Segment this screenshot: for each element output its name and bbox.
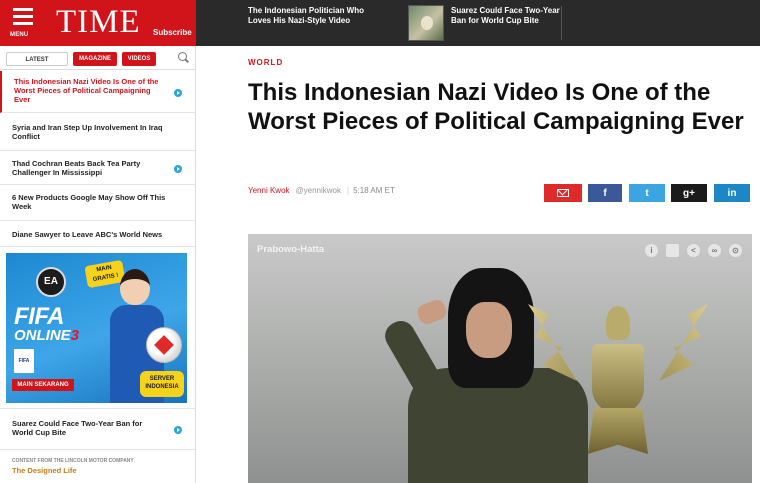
garuda-head <box>606 306 630 340</box>
share-icon[interactable]: < <box>687 244 700 257</box>
video-play-icon <box>174 89 182 97</box>
section-label[interactable]: WORLD <box>248 58 283 67</box>
video-player[interactable]: Prabowo-Hatta i < ∞ ⊙ <box>248 234 752 483</box>
list-item-title: This Indonesian Nazi Video Is One of the… <box>14 77 159 104</box>
list-item[interactable]: Syria and Iran Step Up Involvement In Ir… <box>0 113 196 151</box>
menu-icon <box>13 8 33 11</box>
google-plus-icon: g+ <box>683 187 695 199</box>
ad-choices-icon[interactable] <box>179 255 185 261</box>
sidebar: LATEST MAGAZINE VIDEOS This Indonesian N… <box>0 46 196 483</box>
list-item-title: Thad Cochran Beats Back Tea Party Challe… <box>12 159 141 177</box>
top-bar: MENU TIME Subscribe The Indonesian Polit… <box>0 0 760 46</box>
divider <box>561 6 562 40</box>
sponsored-label: CONTENT FROM THE LINCOLN MOTOR COMPANY <box>12 458 134 464</box>
author-twitter-handle[interactable]: @yennikwok <box>296 186 341 195</box>
ea-sports-logo: EA <box>36 267 66 297</box>
video-play-icon <box>174 426 182 434</box>
top-story-link[interactable]: The Indonesian Politician Who Loves His … <box>248 6 388 26</box>
twitter-icon: t <box>645 187 649 199</box>
list-item[interactable]: 6 New Products Google May Show Off This … <box>0 185 196 221</box>
tab-videos[interactable]: VIDEOS <box>122 52 156 66</box>
garuda-shield <box>592 344 644 414</box>
email-icon[interactable] <box>666 244 679 257</box>
list-item-title: 6 New Products Google May Show Off This … <box>12 193 166 211</box>
soccer-ball-icon <box>146 327 182 363</box>
video-person-hand <box>415 297 449 327</box>
list-item[interactable]: Suarez Could Face Two-Year Ban for World… <box>0 408 196 450</box>
list-item-title: Syria and Iran Step Up Involvement In Ir… <box>12 123 163 141</box>
search-icon[interactable] <box>178 52 190 64</box>
share-email-button[interactable] <box>544 184 582 202</box>
ad-server-badge: SERVER INDONESIA <box>140 371 184 397</box>
menu-button[interactable]: MENU <box>10 8 36 40</box>
video-person-arm <box>380 315 446 401</box>
fifa-online-ad[interactable]: EA MAIN GRATIS ! FIFA ONLINE3 FIFA MAIN … <box>6 253 187 403</box>
share-linkedin-button[interactable]: in <box>714 184 750 202</box>
list-item-title: Diane Sawyer to Leave ABC's World News <box>12 230 163 239</box>
garuda-emblem <box>528 284 708 459</box>
publish-time: 5:18 AM ET <box>353 186 395 195</box>
garuda-tail <box>588 408 648 454</box>
menu-icon-bar <box>13 15 33 18</box>
menu-icon-bar <box>13 22 33 25</box>
byline: Yenni Kwok @yennikwok | 5:18 AM ET <box>248 186 395 195</box>
sponsored-title-link[interactable]: The Designed Life <box>12 466 77 475</box>
list-item-title: Suarez Could Face Two-Year Ban for World… <box>12 419 143 437</box>
subscribe-link[interactable]: Subscribe <box>153 28 192 37</box>
byline-separator: | <box>347 186 350 195</box>
video-play-icon <box>174 165 182 173</box>
link-icon[interactable]: ∞ <box>708 244 721 257</box>
ad-online-number: 3 <box>70 327 80 344</box>
share-googleplus-button[interactable]: g+ <box>671 184 707 202</box>
garuda-left-wing <box>528 304 598 414</box>
linkedin-icon: in <box>727 187 737 199</box>
garuda-right-wing <box>638 304 708 414</box>
video-title: Prabowo-Hatta <box>257 244 325 255</box>
ad-online-word: ONLINE <box>14 327 71 344</box>
embed-icon[interactable]: ⊙ <box>729 244 742 257</box>
tab-latest[interactable]: LATEST <box>6 52 68 66</box>
time-logo[interactable]: TIME <box>56 4 141 41</box>
list-item[interactable]: This Indonesian Nazi Video Is One of the… <box>0 71 196 113</box>
video-toolbar: i < ∞ ⊙ <box>645 244 742 257</box>
brand-block: MENU TIME Subscribe <box>0 0 196 46</box>
tab-magazine[interactable]: MAGAZINE <box>73 52 117 66</box>
email-icon <box>557 189 569 197</box>
facebook-icon: f <box>603 187 607 199</box>
share-facebook-button[interactable]: f <box>588 184 622 202</box>
share-twitter-button[interactable]: t <box>629 184 665 202</box>
author-link[interactable]: Yenni Kwok <box>248 186 290 195</box>
top-story-thumbnail[interactable] <box>408 5 444 41</box>
article-main: WORLD This Indonesian Nazi Video Is One … <box>196 46 760 483</box>
ad-online-text: ONLINE3 <box>14 327 79 344</box>
list-item[interactable]: Thad Cochran Beats Back Tea Party Challe… <box>0 151 196 185</box>
top-story-link[interactable]: Suarez Could Face Two-Year Ban for World… <box>451 6 561 26</box>
video-person-face <box>466 302 512 358</box>
info-icon[interactable]: i <box>645 244 658 257</box>
article-headline: This Indonesian Nazi Video Is One of the… <box>248 79 744 135</box>
list-item[interactable]: Diane Sawyer to Leave ABC's World News <box>0 221 196 247</box>
ad-model-head <box>120 269 150 305</box>
fifa-logo: FIFA <box>14 349 34 373</box>
menu-label: MENU <box>10 32 29 38</box>
sidebar-tabs: LATEST MAGAZINE VIDEOS <box>0 46 196 70</box>
ad-play-now-button[interactable]: MAIN SEKARANG <box>12 379 74 391</box>
